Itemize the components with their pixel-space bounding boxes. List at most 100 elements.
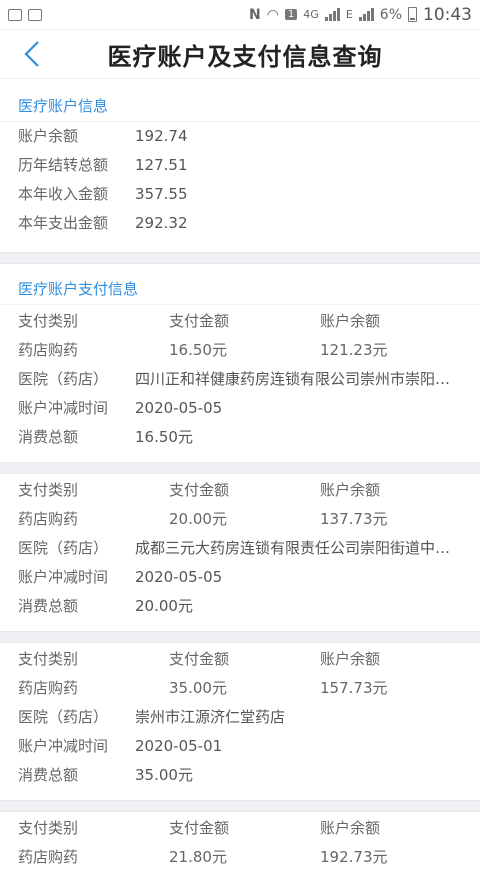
page-title: 医疗账户及支付信息查询: [107, 42, 383, 71]
account-row: 账户余额 192.74: [0, 122, 480, 151]
hospital-value: 崇州市江源济仁堂药店: [135, 708, 286, 726]
network-label-2: E: [345, 8, 353, 21]
payment-value-row: 药店购药 16.50元 121.23元: [0, 336, 480, 365]
total-label: 消费总额: [18, 428, 79, 446]
status-left: [8, 8, 42, 21]
type-header: 支付类别: [18, 819, 79, 837]
payment-value-row: 药店购药 20.00元 137.73元: [0, 505, 480, 534]
account-row: 本年收入金额 357.55: [0, 180, 480, 209]
type-value: 药店购药: [18, 679, 79, 697]
chevron-left-icon: [24, 41, 39, 67]
hospital-row: 医院（药店） 成都三元大药房连锁有限责任公司崇阳街道中…: [0, 534, 480, 563]
payment-header-row: 支付类别 支付金额 账户余额: [0, 307, 480, 336]
account-section: 医疗账户信息 账户余额 192.74 历年结转总额 127.51 本年收入金额 …: [0, 79, 480, 252]
balance-header: 账户余额: [320, 650, 381, 668]
amount-value: 20.00元: [169, 510, 227, 528]
image-icon: [8, 8, 22, 21]
status-right: N ◠ 1 4G E 6% 10:43: [249, 5, 472, 25]
hospital-label: 医院（药店）: [18, 370, 109, 388]
balance-value: 121.23元: [320, 341, 388, 359]
balance-header: 账户余额: [320, 819, 381, 837]
notification-icon: [28, 8, 42, 21]
total-label: 消费总额: [18, 766, 79, 784]
type-header: 支付类别: [18, 481, 79, 499]
record-divider: [0, 631, 480, 643]
hospital-value: 成都三元大药房连锁有限责任公司崇阳街道中…: [135, 539, 451, 557]
account-value: 357.55: [135, 185, 188, 203]
amount-header: 支付金额: [169, 481, 230, 499]
total-row: 消费总额 35.00元: [0, 761, 480, 790]
total-label: 消费总额: [18, 597, 79, 615]
back-button[interactable]: [14, 36, 50, 72]
hospital-row: 医院（药店） 四川正和祥健康药房连锁有限公司崇州市崇阳…: [0, 365, 480, 394]
account-value: 192.74: [135, 127, 188, 145]
balance-value: 192.73元: [320, 848, 388, 866]
payment-record[interactable]: 支付类别 支付金额 账户余额 药店购药 21.80元 192.73元: [0, 812, 480, 882]
wifi-icon: ◠: [266, 6, 279, 23]
type-header: 支付类别: [18, 650, 79, 668]
time-row: 账户冲减时间 2020-05-01: [0, 732, 480, 761]
payment-section-title: 医疗账户支付信息: [0, 274, 480, 305]
balance-value: 157.73元: [320, 679, 388, 697]
payment-record[interactable]: 支付类别 支付金额 账户余额 药店购药 35.00元 157.73元 医院（药店…: [0, 643, 480, 800]
hospital-row: 医院（药店） 崇州市江源济仁堂药店: [0, 703, 480, 732]
payment-record[interactable]: 支付类别 支付金额 账户余额 药店购药 20.00元 137.73元 医院（药店…: [0, 474, 480, 631]
payment-header-row: 支付类别 支付金额 账户余额: [0, 476, 480, 505]
amount-value: 21.80元: [169, 848, 227, 866]
account-label: 账户余额: [18, 127, 79, 145]
balance-header: 账户余额: [320, 312, 381, 330]
battery-percent: 6%: [379, 6, 402, 23]
account-row: 历年结转总额 127.51: [0, 151, 480, 180]
type-header: 支付类别: [18, 312, 79, 330]
payment-header-row: 支付类别 支付金额 账户余额: [0, 645, 480, 674]
payment-section: 医疗账户支付信息 支付类别 支付金额 账户余额 药店购药 16.50元 121.…: [0, 264, 480, 882]
amount-value: 16.50元: [169, 341, 227, 359]
amount-header: 支付金额: [169, 650, 230, 668]
payment-value-row: 药店购药 35.00元 157.73元: [0, 674, 480, 703]
time-value: 2020-05-05: [135, 568, 223, 586]
amount-header: 支付金额: [169, 312, 230, 330]
total-row: 消费总额 20.00元: [0, 592, 480, 621]
payment-header-row: 支付类别 支付金额 账户余额: [0, 814, 480, 843]
status-bar: N ◠ 1 4G E 6% 10:43: [0, 0, 480, 30]
signal-icon-2: [358, 8, 374, 21]
account-value: 127.51: [135, 156, 188, 174]
payment-value-row: 药店购药 21.80元 192.73元: [0, 843, 480, 872]
record-divider: [0, 462, 480, 474]
payment-record[interactable]: 支付类别 支付金额 账户余额 药店购药 16.50元 121.23元 医院（药店…: [0, 305, 480, 462]
hospital-value: 四川正和祥健康药房连锁有限公司崇州市崇阳…: [135, 370, 451, 388]
clock: 10:43: [423, 4, 472, 25]
total-value: 35.00元: [135, 766, 193, 784]
account-section-title: 医疗账户信息: [0, 91, 480, 122]
time-row: 账户冲减时间 2020-05-05: [0, 394, 480, 423]
type-value: 药店购药: [18, 341, 79, 359]
signal-icon: [324, 8, 340, 21]
type-value: 药店购药: [18, 510, 79, 528]
battery-icon: [408, 7, 417, 22]
record-divider: [0, 800, 480, 812]
total-value: 16.50元: [135, 428, 193, 446]
time-label: 账户冲减时间: [18, 737, 109, 755]
amount-header: 支付金额: [169, 819, 230, 837]
time-label: 账户冲减时间: [18, 568, 109, 586]
balance-header: 账户余额: [320, 481, 381, 499]
type-value: 药店购药: [18, 848, 79, 866]
total-row: 消费总额 16.50元: [0, 423, 480, 452]
app-header: 医疗账户及支付信息查询: [0, 30, 480, 79]
hospital-label: 医院（药店）: [18, 539, 109, 557]
account-value: 292.32: [135, 214, 188, 232]
total-value: 20.00元: [135, 597, 193, 615]
nfc-icon: N: [248, 6, 261, 23]
balance-value: 137.73元: [320, 510, 388, 528]
sim-icon: 1: [284, 9, 298, 20]
account-label: 本年收入金额: [18, 185, 109, 203]
time-value: 2020-05-01: [135, 737, 223, 755]
network-label-1: 4G: [303, 8, 319, 21]
time-value: 2020-05-05: [135, 399, 223, 417]
time-row: 账户冲减时间 2020-05-05: [0, 563, 480, 592]
account-label: 本年支出金额: [18, 214, 109, 232]
hospital-label: 医院（药店）: [18, 708, 109, 726]
account-row: 本年支出金额 292.32: [0, 209, 480, 238]
account-label: 历年结转总额: [18, 156, 109, 174]
section-divider: [0, 252, 480, 264]
